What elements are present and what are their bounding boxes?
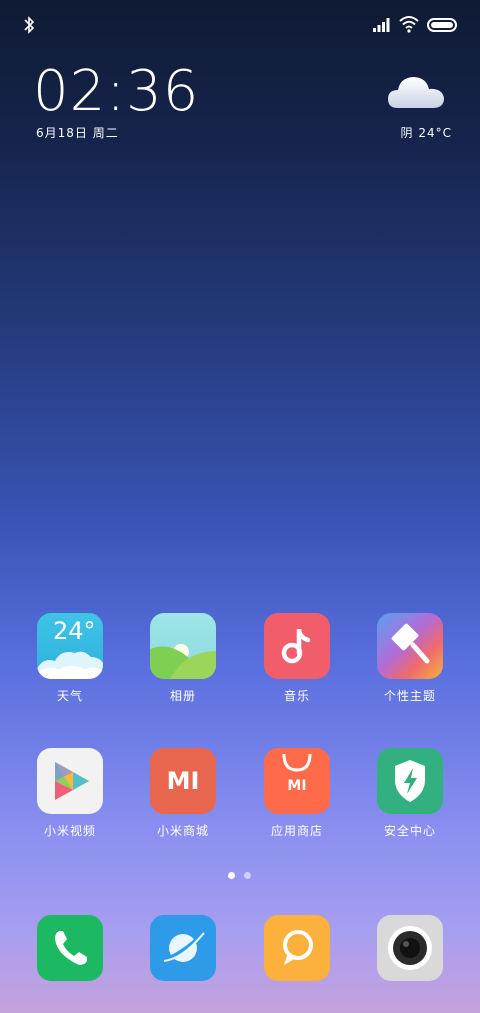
app-store-app-icon: MI [264,748,330,814]
app-themes[interactable]: 个性主题 [370,613,450,704]
phone-app-icon [37,915,103,981]
clock-date: 6月18日 周二 [36,126,119,140]
mi-logo: MI [287,778,307,794]
app-label: 小米视频 [43,824,96,838]
app-label: 音乐 [283,689,310,703]
dock-phone[interactable] [30,915,110,981]
app-label: 应用商店 [270,824,323,838]
app-mi-store[interactable]: MI 小米商城 [143,748,223,839]
clock-time[interactable]: 02:36 [33,60,199,124]
page-dot[interactable] [244,872,251,879]
signal-icon [373,18,390,32]
browser-app-icon [150,915,216,981]
messages-app-icon [264,915,330,981]
app-label: 小米商城 [156,824,209,838]
dock-messages[interactable] [257,915,337,981]
app-label: 个性主题 [383,689,436,703]
app-label: 安全中心 [383,824,436,838]
app-weather[interactable]: 24° 天气 [30,613,110,704]
dock-camera[interactable] [370,915,450,981]
cloud-icon[interactable] [386,70,446,112]
app-label: 相册 [169,689,196,703]
wifi-icon [399,16,419,33]
video-app-icon [37,748,103,814]
app-music[interactable]: 音乐 [257,613,337,704]
page-dot-active[interactable] [228,872,235,879]
app-gallery[interactable]: 相册 [143,613,223,704]
security-app-icon [377,748,443,814]
bluetooth-icon [24,16,35,34]
app-app-store[interactable]: MI 应用商店 [257,748,337,839]
app-security[interactable]: 安全中心 [370,748,450,839]
weather-text: 阴 24°C [400,126,452,140]
app-label: 天气 [56,689,83,703]
gallery-app-icon [150,613,216,679]
music-app-icon [264,613,330,679]
mi-store-app-icon: MI [150,748,216,814]
battery-icon [427,18,457,32]
mi-logo: MI [166,767,200,795]
dock-browser[interactable] [143,915,223,981]
app-video[interactable]: 小米视频 [30,748,110,839]
weather-app-icon: 24° [37,613,103,679]
camera-app-icon [377,915,443,981]
themes-app-icon [377,613,443,679]
